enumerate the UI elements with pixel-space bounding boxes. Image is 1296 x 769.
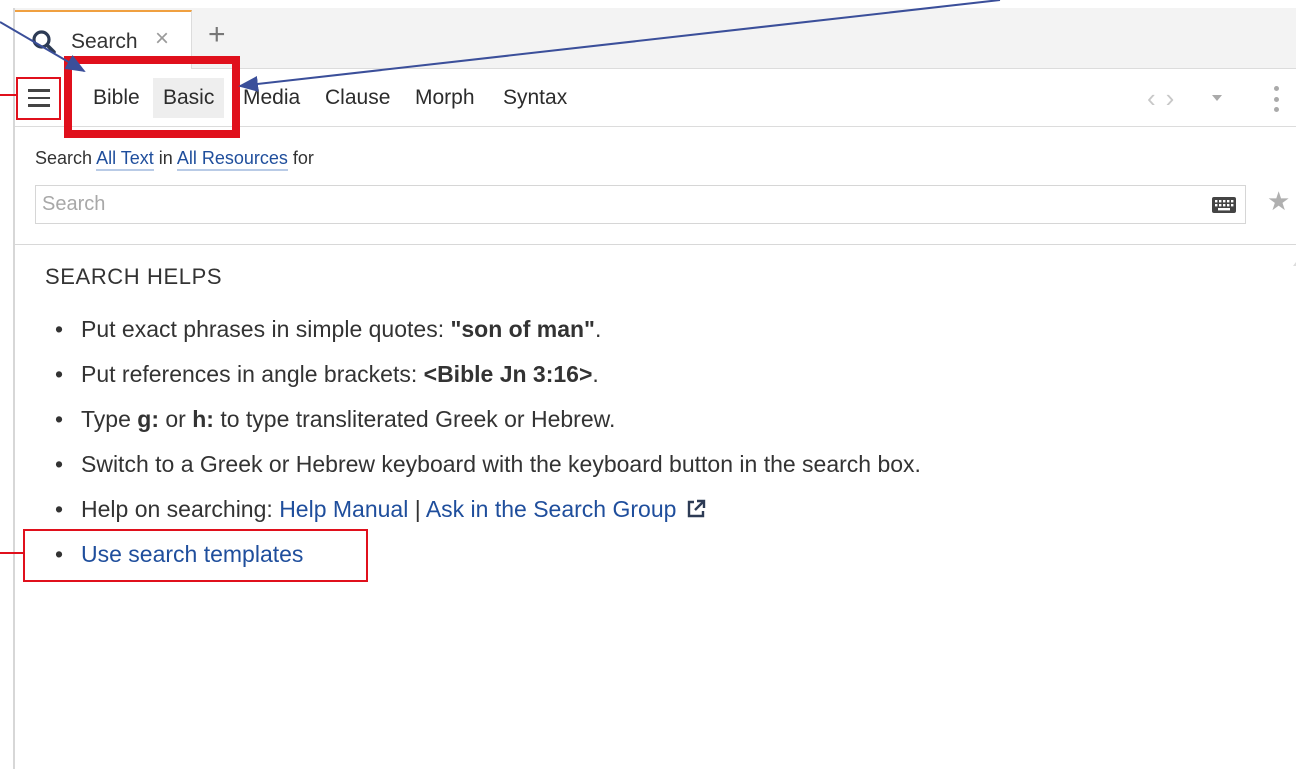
help-example: "son of man"	[450, 316, 595, 342]
history-dropdown-icon[interactable]	[1212, 95, 1222, 101]
forward-arrow-icon[interactable]: ›	[1166, 83, 1185, 113]
search-box	[35, 185, 1246, 224]
screenshot-stage: Search × + Bible Basic Media Clause Morp…	[0, 0, 1296, 769]
search-icon	[32, 30, 56, 54]
history-nav: ‹›	[1147, 85, 1184, 111]
annotation-box-bible-basic	[64, 56, 240, 138]
help-example: h:	[192, 406, 214, 432]
help-text: Put references in angle brackets:	[81, 361, 424, 387]
help-text: .	[592, 361, 599, 387]
keyboard-icon[interactable]	[1211, 196, 1237, 214]
help-text: Type	[81, 406, 138, 432]
search-scope-line: Search All Text in All Resources for	[35, 148, 314, 171]
list-item: Put exact phrases in simple quotes: "son…	[55, 314, 921, 359]
search-group-link[interactable]: Ask in the Search Group	[426, 496, 677, 522]
help-manual-link[interactable]: Help Manual	[279, 496, 408, 522]
list-item: Put references in angle brackets: <Bible…	[55, 359, 921, 404]
help-text: Put exact phrases in simple quotes:	[81, 316, 451, 342]
list-item: Type g: or h: to type transliterated Gre…	[55, 404, 921, 449]
tab-clause[interactable]: Clause	[315, 78, 400, 118]
divider	[15, 244, 1296, 245]
help-example: <Bible Jn 3:16>	[423, 361, 593, 387]
tab-media[interactable]: Media	[233, 78, 310, 118]
search-helps-heading: SEARCH HELPS	[45, 264, 223, 289]
back-arrow-icon[interactable]: ‹	[1147, 83, 1166, 113]
help-text: to type transliterated Greek or Hebrew.	[213, 406, 616, 432]
annotation-box-menu	[16, 77, 61, 120]
tab-syntax[interactable]: Syntax	[493, 78, 577, 118]
list-item: Switch to a Greek or Hebrew keyboard wit…	[55, 449, 921, 494]
separator: |	[408, 496, 426, 522]
new-tab-button[interactable]: +	[208, 20, 226, 50]
search-input[interactable]	[36, 186, 1196, 223]
help-text: .	[594, 316, 602, 342]
close-tab-icon[interactable]: ×	[155, 27, 169, 51]
scope-where-link[interactable]: All Resources	[176, 148, 288, 171]
favorite-star-icon[interactable]: ★	[1267, 188, 1290, 214]
tab-label: Search	[71, 30, 138, 53]
scope-what-link[interactable]: All Text	[96, 148, 154, 171]
external-link-icon[interactable]	[686, 499, 706, 519]
scope-in-word: in	[158, 148, 173, 168]
scope-prefix: Search	[35, 148, 93, 168]
help-text: or	[158, 406, 193, 432]
help-text: Switch to a Greek or Hebrew keyboard wit…	[81, 451, 921, 477]
annotation-box-templates	[23, 529, 368, 582]
help-text: Help on searching:	[81, 496, 280, 522]
more-options-icon[interactable]	[1273, 86, 1279, 112]
tab-morph[interactable]: Morph	[405, 78, 485, 118]
scope-suffix: for	[292, 148, 314, 168]
help-example: g:	[137, 406, 159, 432]
